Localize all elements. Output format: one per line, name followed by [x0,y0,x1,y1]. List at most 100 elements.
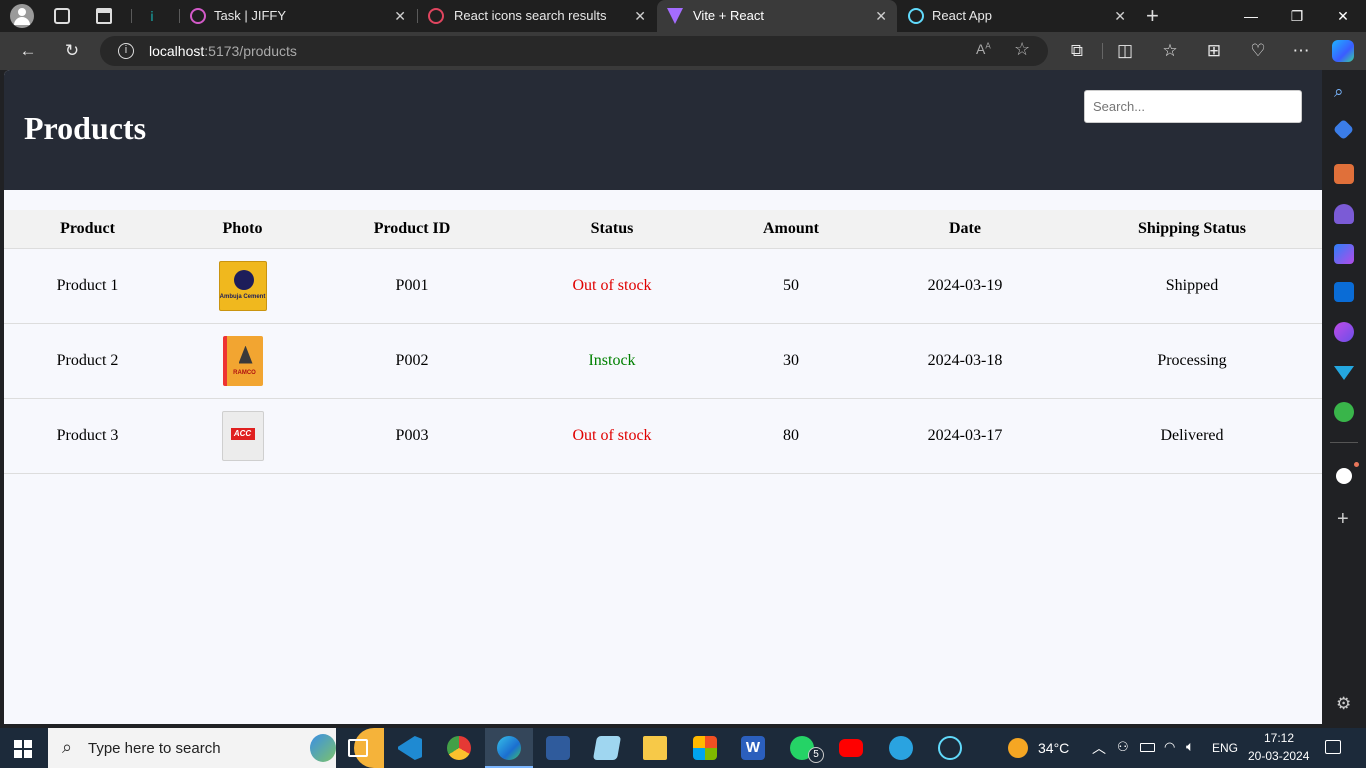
column-header: Date [949,219,981,237]
minimize-button[interactable]: — [1228,0,1274,32]
close-tab-icon[interactable]: ✕ [634,8,646,25]
url-text[interactable]: localhost:5173/products [149,43,297,59]
telegram-icon[interactable] [889,736,913,760]
wifi-icon[interactable]: ◠ [1164,739,1175,755]
table-row: Product 2 RAMCO P002 Instock 30 2024-03-… [4,323,1322,398]
date: 2024-03-18 [927,351,1003,369]
tree-icon[interactable] [1334,402,1354,422]
column-header: Product ID [373,219,451,237]
tab-blank[interactable]: i [140,0,176,32]
task-view-icon[interactable] [348,739,368,757]
chrome-icon[interactable] [447,736,471,760]
shipping-status: Delivered [1160,426,1224,444]
shipping-status: Shipped [1165,276,1219,294]
product-photo-acc: ACC [221,410,264,461]
outlook-icon[interactable] [1334,282,1354,302]
status-text: Out of stock [572,276,652,294]
close-window-button[interactable]: ✕ [1320,0,1366,32]
tab-vite-react[interactable]: Vite + React ✕ [657,0,897,32]
split-screen-icon[interactable]: ◫ [1113,39,1137,63]
collections-icon[interactable]: ⊞ [1202,39,1226,63]
close-tab-icon[interactable]: ✕ [875,8,887,25]
shipping-status: Processing [1157,351,1227,369]
taskbar-search-placeholder: Type here to search [88,740,221,757]
network-icon[interactable]: ⚇ [1117,739,1129,755]
tab-label: Task | JIFFY [214,8,286,23]
sidebar-settings-icon[interactable]: ⚙ [1336,694,1351,714]
file-explorer-icon[interactable] [643,736,667,760]
product-id: P001 [395,276,429,294]
new-tab-button[interactable]: + [1146,3,1159,29]
amount: 50 [783,276,799,294]
language-indicator[interactable]: ENG [1212,741,1238,755]
word-icon[interactable]: W [741,736,765,760]
performance-icon[interactable]: ♡ [1246,39,1270,63]
tab-task-jiffy[interactable]: Task | JIFFY ✕ [180,0,416,32]
clock-time[interactable]: 17:12 [1264,731,1294,745]
search-highlight-icon [310,734,336,762]
page-title: Products [24,110,147,146]
favorite-star-icon[interactable]: ☆ [1014,39,1030,60]
table-row: Product 1 Ambuja Cement P001 Out of stoc… [4,248,1322,323]
copilot-icon[interactable] [1332,40,1354,62]
taskbar-search-box[interactable]: ⌕ Type here to search [48,728,384,768]
windows-taskbar: ⌕ Type here to search W 5 34°C ︿ ⚇ ◠ 🔈︎ … [0,728,1366,768]
search-input[interactable] [1084,90,1302,123]
tools-icon[interactable] [1334,164,1354,184]
send-icon[interactable] [1334,366,1354,380]
status-text: Out of stock [572,426,652,444]
extensions-icon[interactable]: ⧉ [1065,39,1089,63]
jiffy-small-icon: i [150,8,154,24]
table-header-row: Product Photo Product ID Status Amount D… [4,210,1322,248]
react-favicon [908,8,924,24]
weather-icon[interactable] [1008,738,1028,758]
tab-react-app[interactable]: React App ✕ [898,0,1136,32]
close-tab-icon[interactable]: ✕ [394,8,406,25]
close-tab-icon[interactable]: ✕ [1114,8,1126,25]
designer-icon[interactable] [1334,322,1354,342]
fingerprint-icon [190,8,206,24]
youtube-icon[interactable] [839,739,863,757]
edge-sidebar: ⌕ + ⚙ [1322,70,1366,724]
column-header: Amount [762,219,819,237]
edge-icon[interactable] [497,736,521,760]
info-icon[interactable]: i [118,43,134,59]
weather-temp[interactable]: 34°C [1038,740,1069,756]
devcpp-icon[interactable] [546,736,570,760]
vscode-icon[interactable] [398,736,422,760]
more-icon[interactable]: ⋯ [1289,39,1313,63]
column-header: Shipping Status [1137,219,1247,237]
notifications-icon[interactable] [1325,740,1341,754]
chatgpt-icon[interactable] [1336,468,1352,484]
tab-actions-icon[interactable] [96,8,112,24]
back-icon[interactable]: ← [16,39,40,63]
page-header: Products [4,70,1322,190]
search-icon[interactable]: ⌕ [1334,82,1354,102]
workspaces-icon[interactable] [54,8,70,24]
react-icons-favicon [428,8,444,24]
tab-label: React App [932,8,992,23]
tab-react-icons[interactable]: React icons search results ✕ [418,0,656,32]
notification-dot-icon [1354,462,1359,467]
refresh-icon[interactable]: ↻ [60,39,84,63]
read-aloud-icon[interactable]: AA [976,41,991,57]
microsoft365-icon[interactable] [1334,244,1354,264]
games-icon[interactable] [1334,204,1354,224]
table-row: Product 3 ACC P003 Out of stock 80 2024-… [4,398,1322,473]
tray-chevron-icon[interactable]: ︿ [1092,738,1106,758]
battery-icon[interactable] [1140,743,1155,752]
clock-date[interactable]: 20-03-2024 [1248,749,1309,763]
profile-icon[interactable] [10,4,34,28]
react-app-icon[interactable] [938,736,962,760]
restore-button[interactable]: ❐ [1274,0,1320,32]
windows-start-icon[interactable] [14,740,32,758]
add-sidebar-icon[interactable]: + [1337,508,1349,531]
microsoft-store-icon[interactable] [693,736,717,760]
volume-icon[interactable]: 🔈︎ [1186,738,1194,755]
favorites-icon[interactable]: ☆ [1158,39,1182,63]
product-name: Product 2 [56,351,119,369]
product-photo-ambuja: Ambuja Cement [218,260,267,311]
shopping-icon[interactable] [1332,118,1355,141]
address-bar[interactable]: i localhost:5173/products AA ☆ [100,36,1048,66]
notepad-icon[interactable] [592,736,622,760]
